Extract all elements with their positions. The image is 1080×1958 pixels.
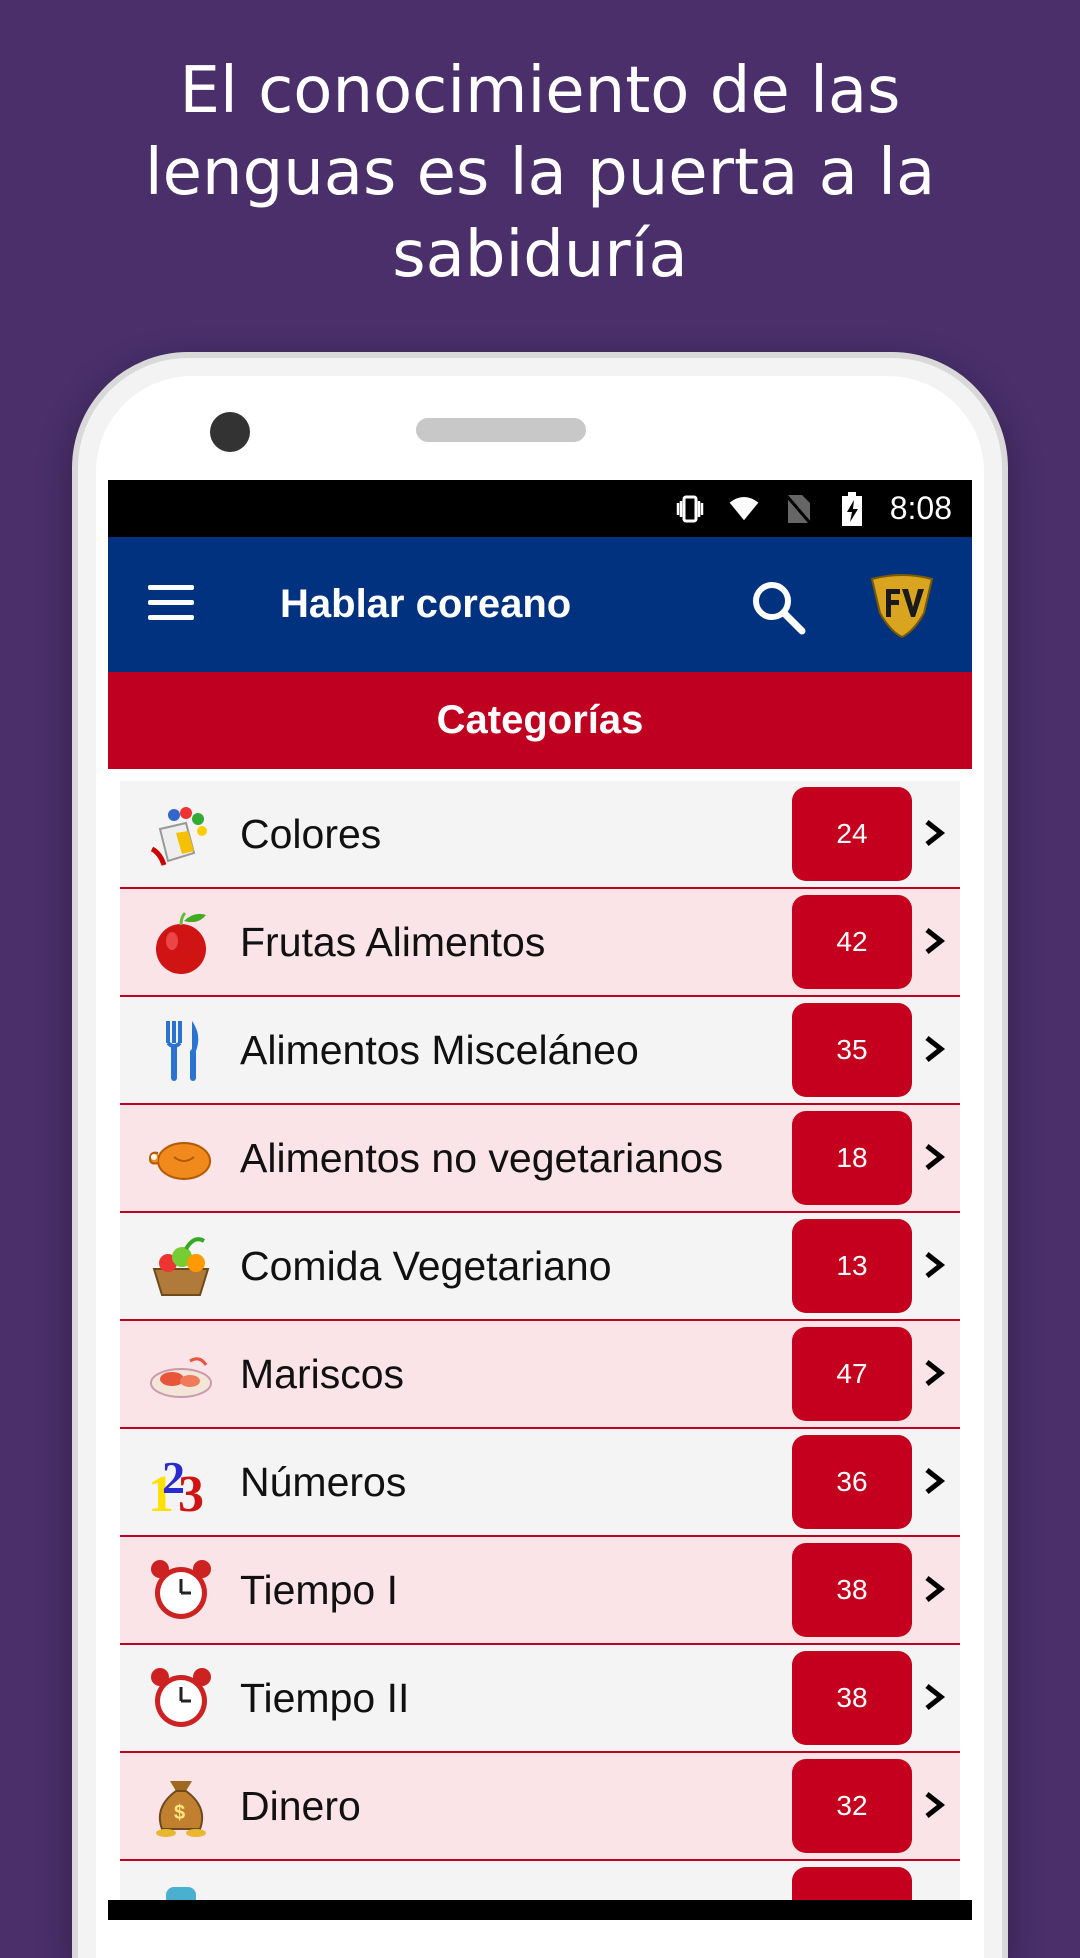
fork-knife-icon: [166, 1021, 199, 1081]
no-sim-icon: [782, 493, 814, 525]
section-title: Categorías: [108, 672, 972, 769]
list-item[interactable]: Comida Vegetariano 13: [120, 1213, 960, 1321]
navigation-bar: [108, 1900, 972, 1920]
count-badge: 36: [792, 1435, 912, 1529]
list-item[interactable]: $ Dinero 32: [120, 1753, 960, 1861]
camera-icon: [210, 412, 250, 452]
roast-chicken-icon: [148, 1142, 211, 1180]
count-badge: 32: [792, 1759, 912, 1853]
alarm-clock-icon: [151, 1668, 211, 1727]
status-time: 8:08: [889, 490, 952, 526]
seafood-platter-icon: [150, 1357, 212, 1398]
chevron-right-icon: [925, 1144, 946, 1170]
numbers-123-icon: 1 2 3: [148, 1452, 204, 1517]
count-badge: 18: [792, 1111, 912, 1205]
svg-text:3: 3: [178, 1466, 204, 1517]
chevron-right-icon: [925, 1036, 946, 1062]
count-badge: 47: [792, 1327, 912, 1421]
category-list: Colores 24 Frutas Alimentos 42 Alimentos…: [108, 769, 972, 1920]
alarm-clock-icon: [151, 1560, 211, 1619]
headline: El conocimiento de las lenguas es la pue…: [144, 54, 936, 292]
count-badge: 38: [792, 1543, 912, 1637]
count-badge: 13: [792, 1219, 912, 1313]
app-title: Hablar coreano: [280, 582, 572, 626]
hamburger-menu-icon[interactable]: [148, 585, 194, 621]
list-item[interactable]: Tiempo II 38: [120, 1645, 960, 1753]
list-item[interactable]: Mariscos 47: [120, 1321, 960, 1429]
apple-icon: [156, 911, 206, 974]
chevron-right-icon: [925, 1468, 946, 1494]
paint-bucket-icon: [150, 807, 207, 866]
phone-screen: 8:08 Hablar coreano Categorías Colores 2…: [108, 480, 972, 1920]
svg-text:$: $: [174, 1802, 185, 1824]
chevron-right-icon: [925, 1252, 946, 1278]
chevron-right-icon: [925, 1792, 946, 1818]
app-bar: Hablar coreano: [108, 537, 972, 672]
money-bag-icon: $: [156, 1781, 206, 1837]
search-icon[interactable]: [748, 577, 808, 637]
list-item[interactable]: 1 2 3 Números 36: [120, 1429, 960, 1537]
vegetable-basket-icon: [152, 1237, 210, 1296]
list-item[interactable]: Alimentos no vegetarianos 18: [120, 1105, 960, 1213]
vibrate-icon: [674, 493, 706, 525]
chevron-right-icon: [925, 820, 946, 846]
chevron-right-icon: [925, 928, 946, 954]
list-item[interactable]: Tiempo I 38: [120, 1537, 960, 1645]
chevron-right-icon: [925, 1684, 946, 1710]
count-badge: 24: [792, 787, 912, 881]
chevron-right-icon: [925, 1576, 946, 1602]
list-item[interactable]: Alimentos Misceláneo 35: [120, 997, 960, 1105]
count-badge: 38: [792, 1651, 912, 1745]
app-logo-icon[interactable]: [868, 571, 936, 639]
battery-charging-icon: [836, 491, 868, 526]
speaker-grille: [416, 418, 586, 442]
status-bar: 8:08: [108, 480, 972, 537]
wifi-icon: [728, 493, 760, 525]
list-item[interactable]: Colores 24: [120, 781, 960, 889]
chevron-right-icon: [925, 1360, 946, 1386]
count-badge: 42: [792, 895, 912, 989]
count-badge: 35: [792, 1003, 912, 1097]
list-item[interactable]: Frutas Alimentos 42: [120, 889, 960, 997]
